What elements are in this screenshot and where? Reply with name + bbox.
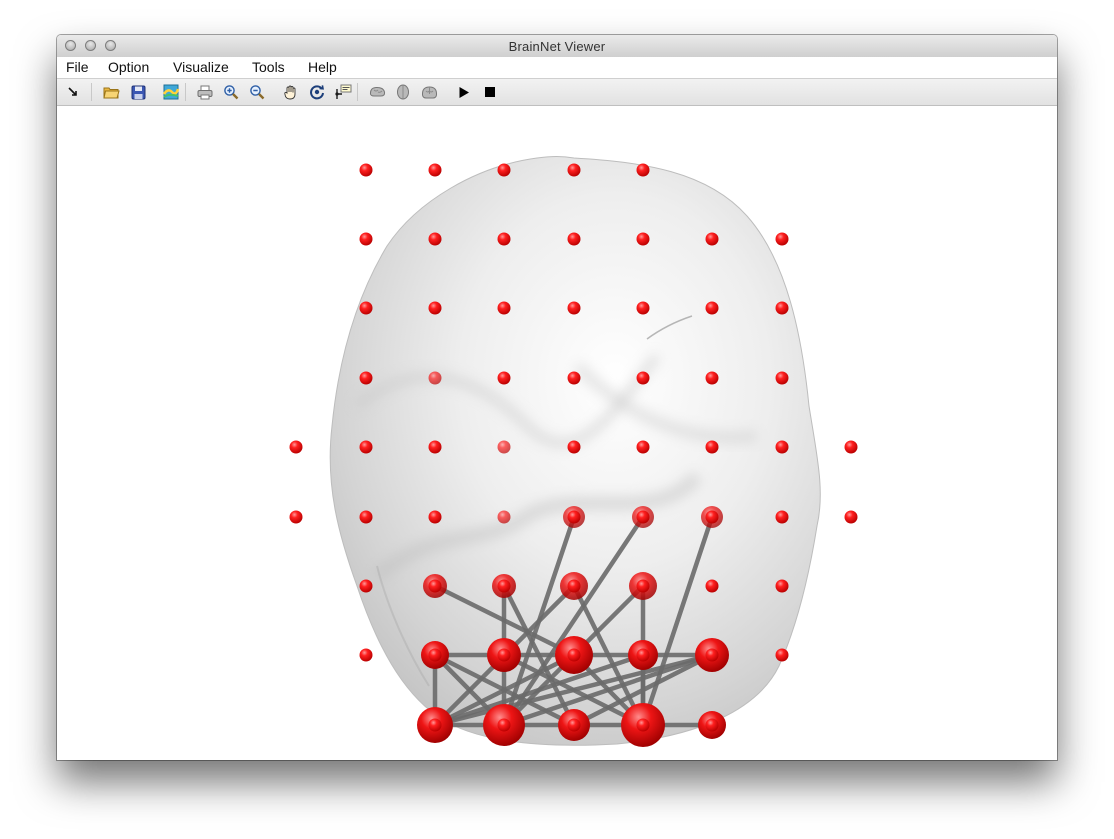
network-node-core xyxy=(636,648,650,662)
network-node-core xyxy=(497,579,511,593)
network-node xyxy=(775,648,789,662)
network-node xyxy=(359,163,373,177)
network-node xyxy=(636,163,650,177)
network-node xyxy=(497,440,511,454)
network-node xyxy=(705,371,719,385)
network-node xyxy=(567,232,581,246)
network-node xyxy=(636,440,650,454)
network-node xyxy=(359,301,373,315)
data-cursor-icon[interactable] xyxy=(334,83,352,101)
pan-hand-icon[interactable] xyxy=(282,83,300,101)
network-node-core xyxy=(636,579,650,593)
network-node xyxy=(567,440,581,454)
network-node xyxy=(775,371,789,385)
network-node-core xyxy=(567,510,581,524)
stop-icon[interactable] xyxy=(481,83,499,101)
menu-tools[interactable]: Tools xyxy=(252,59,285,75)
network-node xyxy=(844,510,858,524)
network-node xyxy=(705,301,719,315)
network-node xyxy=(705,440,719,454)
network-node-core xyxy=(567,579,581,593)
network-node xyxy=(636,301,650,315)
network-node xyxy=(567,163,581,177)
network-node xyxy=(359,579,373,593)
network-node xyxy=(775,510,789,524)
network-node xyxy=(359,648,373,662)
network-node xyxy=(289,510,303,524)
network-node-core xyxy=(497,718,511,732)
network-node-core xyxy=(636,718,650,732)
toolbar xyxy=(57,79,1057,106)
toolbar-separator xyxy=(91,83,92,101)
network-node xyxy=(428,232,442,246)
network-node xyxy=(497,163,511,177)
menu-file[interactable]: File xyxy=(66,59,89,75)
axial-view-icon[interactable] xyxy=(394,83,412,101)
network-node xyxy=(775,440,789,454)
print-icon[interactable] xyxy=(196,83,214,101)
network-node xyxy=(359,510,373,524)
menu-visualize[interactable]: Visualize xyxy=(173,59,229,75)
network-node xyxy=(775,301,789,315)
network-node-core xyxy=(428,579,442,593)
network-node xyxy=(428,301,442,315)
network-node xyxy=(497,301,511,315)
network-node xyxy=(567,301,581,315)
app-window: BrainNet Viewer File Option Visualize To… xyxy=(57,35,1057,760)
network-node-core xyxy=(705,648,719,662)
save-disk-icon[interactable] xyxy=(129,83,147,101)
network-node xyxy=(636,232,650,246)
network-node xyxy=(844,440,858,454)
menu-bar: File Option Visualize Tools Help xyxy=(57,57,1057,79)
brain-network-render[interactable] xyxy=(57,106,1057,760)
brain-3d-viewport[interactable] xyxy=(57,106,1057,760)
network-node-core xyxy=(428,718,442,732)
network-node-core xyxy=(567,648,581,662)
network-node xyxy=(567,371,581,385)
arrow-pointer-icon[interactable] xyxy=(64,83,82,101)
network-node xyxy=(497,510,511,524)
network-node xyxy=(636,371,650,385)
window-title: BrainNet Viewer xyxy=(508,39,606,54)
network-node xyxy=(705,232,719,246)
network-node xyxy=(775,232,789,246)
network-node xyxy=(775,579,789,593)
zoom-in-icon[interactable] xyxy=(222,83,240,101)
network-node xyxy=(359,232,373,246)
open-folder-icon[interactable] xyxy=(102,83,120,101)
network-node xyxy=(497,232,511,246)
network-node-core xyxy=(705,718,719,732)
sagittal-view-icon[interactable] xyxy=(368,83,386,101)
network-node xyxy=(428,510,442,524)
network-node-core xyxy=(428,648,442,662)
play-icon[interactable] xyxy=(455,83,473,101)
network-node xyxy=(428,440,442,454)
network-node xyxy=(705,579,719,593)
rotate-3d-icon[interactable] xyxy=(308,83,326,101)
toolbar-separator xyxy=(357,83,358,101)
network-node-core xyxy=(497,648,511,662)
network-node xyxy=(497,371,511,385)
network-node xyxy=(359,371,373,385)
menu-option[interactable]: Option xyxy=(108,59,149,75)
toolbar-separator xyxy=(185,83,186,101)
network-node xyxy=(359,440,373,454)
network-node xyxy=(289,440,303,454)
zoom-out-icon[interactable] xyxy=(248,83,266,101)
network-node xyxy=(428,163,442,177)
network-node-core xyxy=(705,510,719,524)
network-node-core xyxy=(636,510,650,524)
coronal-view-icon[interactable] xyxy=(420,83,438,101)
menu-help[interactable]: Help xyxy=(308,59,337,75)
colorbar-map-icon[interactable] xyxy=(162,83,180,101)
network-node xyxy=(428,371,442,385)
title-bar[interactable]: BrainNet Viewer xyxy=(57,35,1057,58)
network-node-core xyxy=(567,718,581,732)
